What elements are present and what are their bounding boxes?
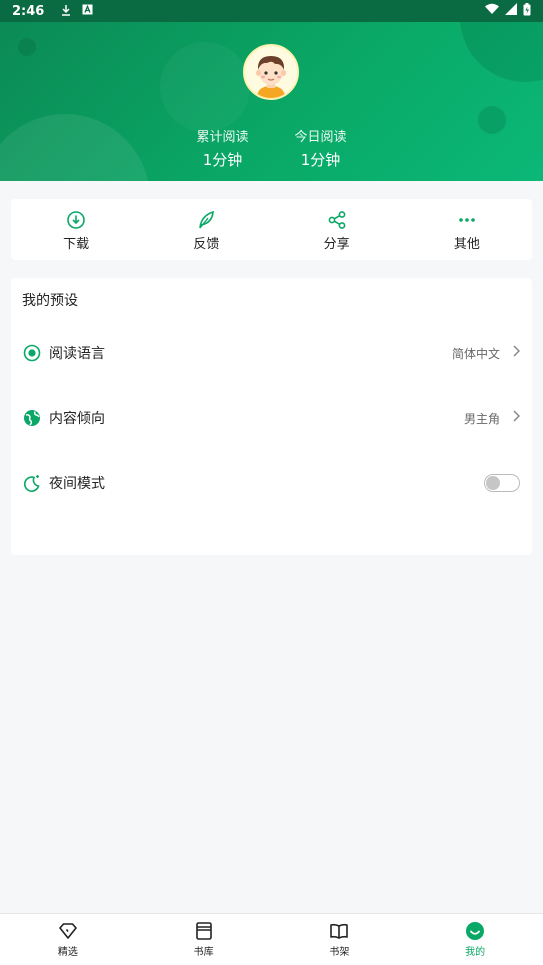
feedback-button[interactable]: 反馈 [141,199,271,260]
more-button[interactable]: 其他 [402,199,532,260]
action-label: 其他 [453,236,480,252]
night-mode-toggle[interactable] [484,474,520,492]
feather-icon [199,210,215,228]
download-icon [67,210,85,229]
stat-value: 1分钟 [300,151,341,169]
library-icon [195,922,212,940]
night-mode-row: 夜间模式 [11,463,532,503]
chevron-right-icon [512,410,521,426]
action-label: 分享 [323,236,350,252]
pref-label: 夜间模式 [49,476,105,492]
tab-label: 书架 [329,947,350,958]
reading-stats: 累计阅读 1分钟 今日阅读 1分钟 [0,126,543,170]
action-label: 下载 [63,236,90,252]
stat-value: 1分钟 [202,151,243,169]
share-icon [328,210,346,229]
keyboard-status-icon [82,4,93,18]
pref-value: 男主角 [463,411,500,426]
action-label: 反馈 [193,236,220,252]
tab-label: 书库 [193,947,214,958]
avatar[interactable] [243,44,299,100]
pref-value: 简体中文 [451,346,500,361]
diamond-icon [59,923,77,939]
download-status-icon [60,4,72,19]
tab-featured[interactable]: 精选 [0,914,136,965]
status-bar: 2:46 [0,0,543,22]
avatar-icon [256,56,286,98]
battery-icon [523,2,531,20]
quick-actions: 下载 反馈 分享 其他 [11,199,532,260]
tab-library[interactable]: 书库 [136,914,272,965]
reading-language-row[interactable]: 阅读语言 简体中文 [11,333,532,373]
decor-circle [18,38,36,56]
stat-total-reading: 累计阅读 1分钟 [195,126,251,170]
moon-icon [23,475,40,492]
stat-today-reading: 今日阅读 1分钟 [293,126,349,170]
share-button[interactable]: 分享 [272,199,402,260]
book-icon [330,923,349,939]
profile-header: 累计阅读 1分钟 今日阅读 1分钟 [0,22,543,181]
tab-label: 我的 [465,947,486,958]
toggle-knob [486,476,500,490]
signal-icon [505,3,517,19]
wifi-icon [485,3,499,19]
tab-bookshelf[interactable]: 书架 [272,914,408,965]
section-title: 我的预设 [22,293,78,309]
chevron-right-icon [512,345,521,361]
pref-label: 内容倾向 [49,411,105,427]
preferences-card: 我的预设 阅读语言 简体中文 内容倾向 男主角 夜间模式 [11,278,532,555]
tab-label: 精选 [57,947,78,958]
eye-icon [23,344,41,362]
status-time: 2:46 [12,3,45,19]
more-icon [459,217,475,222]
content-preference-row[interactable]: 内容倾向 男主角 [11,398,532,438]
decor-circle [460,22,543,82]
smile-icon [466,922,485,940]
stat-label: 累计阅读 [196,130,249,145]
decor-circle [160,42,250,132]
download-button[interactable]: 下载 [11,199,141,260]
bottom-tab-bar: 精选 书库 书架 我的 [0,913,543,965]
globe-icon [24,410,40,426]
tab-mine[interactable]: 我的 [407,914,543,965]
stat-label: 今日阅读 [294,130,347,145]
pref-label: 阅读语言 [49,346,105,362]
